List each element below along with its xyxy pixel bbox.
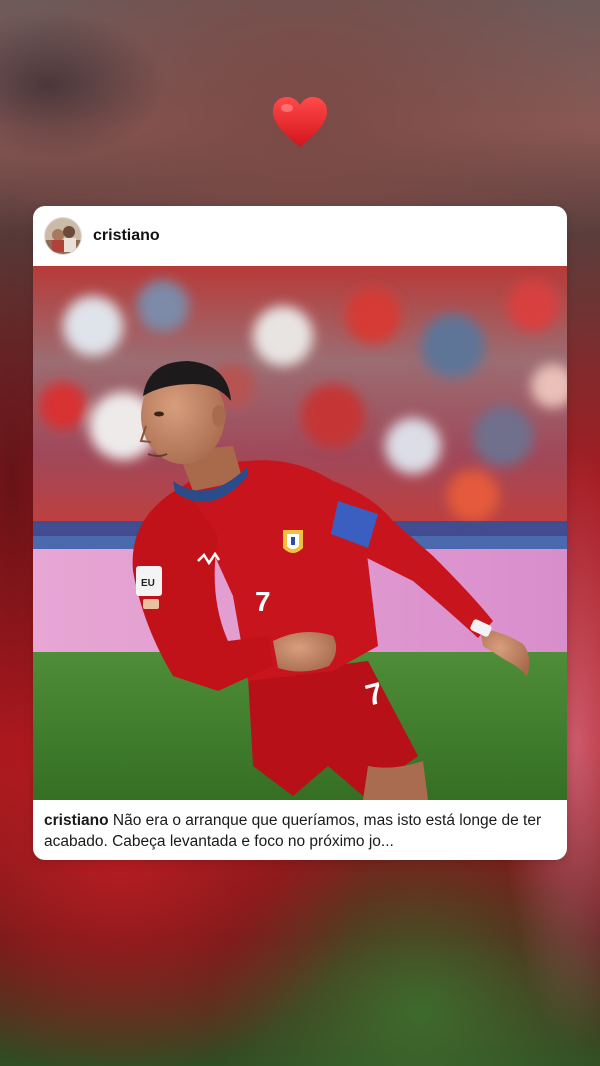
post-caption: cristiano Não era o arranque que queríam… xyxy=(33,800,567,860)
story-screen: cristiano 7 7 EU cristiano Não era o arr… xyxy=(0,0,600,1066)
heart-icon xyxy=(273,97,327,147)
portugal-crest-icon xyxy=(283,530,303,553)
heart-reaction xyxy=(270,92,330,152)
post-header[interactable]: cristiano xyxy=(33,206,567,266)
shared-post-card[interactable]: cristiano 7 7 EU cristiano Não era o arr… xyxy=(33,206,567,860)
svg-text:EU: EU xyxy=(141,578,155,589)
avatar[interactable] xyxy=(44,217,82,255)
caption-username[interactable]: cristiano xyxy=(44,812,109,829)
post-photo[interactable]: 7 7 EU xyxy=(33,266,567,800)
jersey-number: 7 xyxy=(255,586,271,617)
caption-text: Não era o arranque que queríamos, mas is… xyxy=(44,812,542,850)
post-username[interactable]: cristiano xyxy=(93,227,160,245)
football-player-image: 7 7 EU xyxy=(33,266,567,800)
avatar-photo xyxy=(45,218,81,254)
